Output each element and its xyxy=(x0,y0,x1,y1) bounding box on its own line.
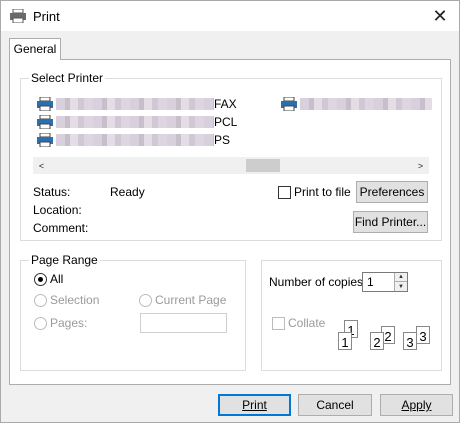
page-range-all-radio[interactable] xyxy=(34,273,47,286)
page-range-selection-radio[interactable] xyxy=(34,294,47,307)
location-label: Location: xyxy=(33,203,82,217)
window-title: Print xyxy=(33,9,60,24)
printer-item-ps[interactable]: PS xyxy=(36,132,230,148)
collate-label[interactable]: Collate xyxy=(288,316,325,330)
print-button[interactable]: Print xyxy=(218,394,291,416)
copies-label: Number of copies: xyxy=(269,275,367,289)
collate-page: 1 xyxy=(338,332,352,350)
print-button-label: Print xyxy=(242,398,267,412)
printer-icon xyxy=(37,97,53,111)
tab-general[interactable]: General xyxy=(9,38,61,60)
copies-stepper[interactable]: 1 ▲ ▼ xyxy=(362,272,408,292)
obscured-printer-name xyxy=(300,98,432,110)
collate-page: 3 xyxy=(403,332,417,350)
close-button[interactable]: ✕ xyxy=(425,3,455,29)
find-printer-button[interactable]: Find Printer... xyxy=(353,211,428,233)
collate-illustration: 1 1 2 2 3 3 xyxy=(330,320,434,354)
collate-checkbox[interactable] xyxy=(272,317,285,330)
title-bar: Print ✕ xyxy=(1,1,459,31)
print-to-file-label[interactable]: Print to file xyxy=(294,185,351,199)
decrement-arrow-icon[interactable]: ▼ xyxy=(394,282,407,291)
apply-button-label: Apply xyxy=(401,398,432,412)
page-range-label: Page Range xyxy=(29,253,100,267)
printer-icon xyxy=(281,97,297,111)
close-icon: ✕ xyxy=(432,5,448,26)
printer-name-suffix: PS xyxy=(214,133,231,147)
obscured-printer-name xyxy=(56,98,214,110)
print-to-file-checkbox[interactable] xyxy=(278,186,291,199)
page-range-current-page-radio[interactable] xyxy=(139,294,152,307)
obscured-printer-name xyxy=(56,134,214,146)
page-range-current-page-label[interactable]: Current Page xyxy=(155,293,226,307)
printer-item-pcl[interactable]: PCL xyxy=(36,114,237,130)
printer-name-suffix: PCL xyxy=(214,115,238,129)
print-dialog: Print ✕ General Select Printer FAX PCL P… xyxy=(0,0,460,423)
scroll-left-button[interactable]: < xyxy=(33,157,50,174)
printer-icon xyxy=(10,9,26,23)
printer-icon xyxy=(37,115,53,129)
collate-page: 3 xyxy=(416,326,430,344)
printer-icon xyxy=(37,133,53,147)
status-label: Status: xyxy=(33,185,71,199)
printer-item-fax[interactable]: FAX xyxy=(36,96,237,112)
collate-page: 2 xyxy=(370,332,384,350)
pages-input[interactable] xyxy=(140,313,227,333)
status-value: Ready xyxy=(110,185,145,199)
copies-value[interactable]: 1 xyxy=(367,275,374,289)
scrollbar-thumb[interactable] xyxy=(246,159,280,172)
preferences-button[interactable]: Preferences xyxy=(356,181,428,203)
apply-button[interactable]: Apply xyxy=(380,394,453,416)
printer-list[interactable]: FAX PCL PS xyxy=(26,92,434,158)
page-range-pages-radio[interactable] xyxy=(34,317,47,330)
comment-label: Comment: xyxy=(33,221,89,235)
radio-selected-dot xyxy=(38,277,43,282)
printer-item-4[interactable] xyxy=(280,96,432,112)
select-printer-label: Select Printer xyxy=(29,71,106,85)
page-range-pages-label[interactable]: Pages: xyxy=(50,316,87,330)
obscured-printer-name xyxy=(56,116,214,128)
page-range-selection-label[interactable]: Selection xyxy=(50,293,99,307)
cancel-button[interactable]: Cancel xyxy=(298,394,372,416)
printer-name-suffix: FAX xyxy=(214,97,237,111)
page-range-all-label[interactable]: All xyxy=(50,272,63,286)
scroll-right-button[interactable]: > xyxy=(412,157,429,174)
increment-arrow-icon[interactable]: ▲ xyxy=(394,273,407,282)
printer-list-scrollbar[interactable]: < > xyxy=(33,157,429,174)
